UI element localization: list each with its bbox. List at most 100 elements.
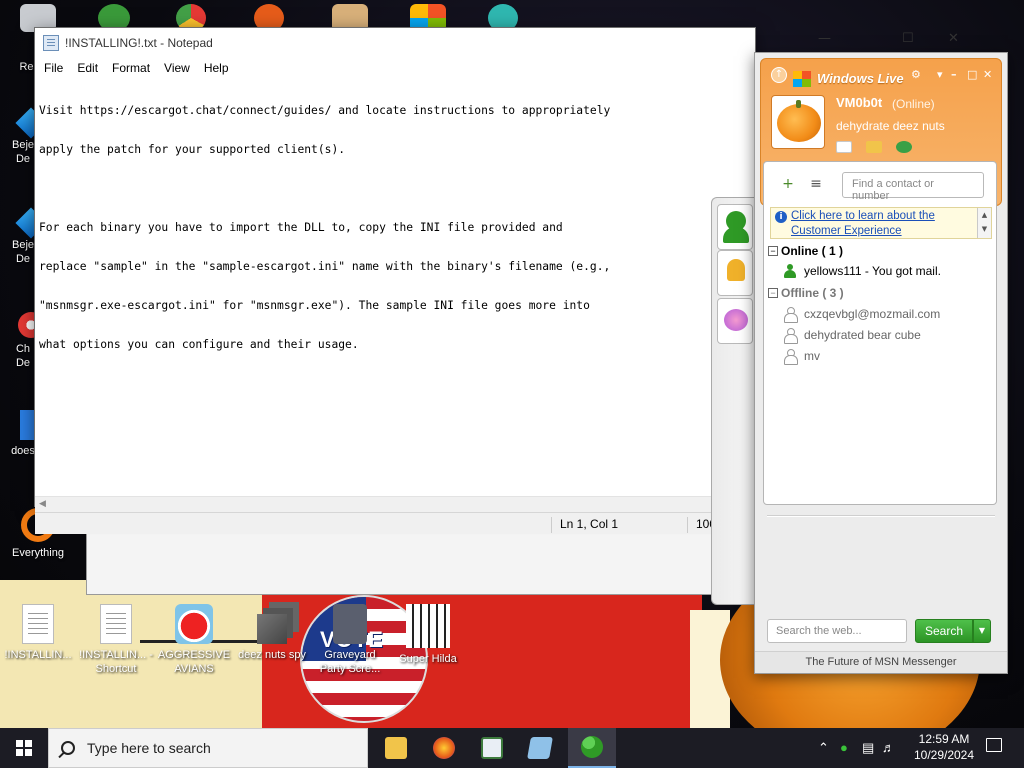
tab-contacts[interactable]	[717, 204, 753, 250]
tab-alerts[interactable]	[717, 250, 753, 296]
msn-outer-titlebar[interactable]: — ☐ ✕	[754, 27, 1008, 53]
contact-item[interactable]: mv	[784, 347, 820, 365]
close-icon[interactable]: ✕	[948, 31, 959, 46]
menu-help[interactable]: Help	[197, 61, 236, 75]
back-icon[interactable]: ↑	[771, 67, 787, 83]
desktop-icon-label: Super Hilda	[399, 653, 457, 665]
contact-name: yellows111 - You got mail.	[804, 264, 941, 278]
desktop-icon-aggressive-avians[interactable]: AGGRESSIVE AVIANS	[154, 604, 234, 676]
scroll-left-icon[interactable]: ◀	[39, 499, 46, 509]
horizontal-scrollbar[interactable]: ◀	[35, 496, 711, 512]
taskbar-app-window[interactable]	[468, 728, 516, 768]
maximize-icon[interactable]: □	[967, 68, 977, 81]
msn-side-tabs	[711, 197, 757, 605]
search-dropdown-icon[interactable]: ▼	[973, 619, 991, 643]
msn-buddy-icon	[581, 736, 603, 758]
taskbar-msn-messenger[interactable]	[568, 728, 616, 768]
spaces-icon[interactable]	[896, 141, 912, 153]
pumpkin-stem	[796, 100, 801, 108]
desktop-icon-super-hilda[interactable]: Super Hilda	[388, 604, 468, 666]
notepad-icon	[527, 737, 553, 759]
notification-icon[interactable]	[986, 738, 1002, 752]
notepad-statusbar: Ln 1, Col 1 100	[35, 512, 757, 534]
clock-date: 10/29/2024	[913, 748, 975, 762]
list-view-icon[interactable]: ≡	[802, 172, 830, 196]
taskbar-file-explorer[interactable]	[372, 728, 420, 768]
username[interactable]: VM0b0t	[836, 95, 882, 110]
avatar[interactable]	[771, 95, 825, 149]
taskbar-firefox[interactable]	[420, 728, 468, 768]
folder-icon[interactable]	[866, 141, 882, 153]
menu-file[interactable]: File	[37, 61, 70, 75]
notepad-text-area[interactable]: Visit https://escargot.chat/connect/guid…	[39, 78, 755, 496]
add-contact-icon[interactable]: +	[774, 172, 802, 196]
contact-item[interactable]: dehydrated bear cube	[784, 326, 921, 344]
offline-buddy-icon	[784, 349, 798, 365]
mail-icon[interactable]	[836, 141, 852, 153]
windows-logo-icon	[16, 740, 32, 756]
windows-logo-icon	[793, 71, 811, 87]
msn-footer: The Future of MSN Messenger	[755, 651, 1007, 673]
firefox-icon	[433, 737, 455, 759]
taskbar-search-box[interactable]: Type here to search	[48, 728, 368, 768]
online-buddy-icon	[784, 264, 796, 278]
text-line: For each binary you have to import the D…	[39, 221, 563, 234]
minimize-icon[interactable]: –	[951, 68, 957, 81]
menu-edit[interactable]: Edit	[70, 61, 105, 75]
minimize-icon[interactable]: —	[818, 31, 831, 46]
banner-scroll[interactable]: ▲ ▼	[977, 208, 991, 238]
search-icon	[61, 741, 75, 755]
notepad-window[interactable]: !INSTALLING!.txt - Notepad File Edit For…	[34, 27, 757, 534]
contact-name: cxzqevbgl@mozmail.com	[804, 307, 941, 321]
brand-text: Windows Live	[817, 71, 904, 86]
collapse-icon[interactable]: −	[768, 246, 778, 256]
customer-experience-banner[interactable]: i Click here to learn about the Customer…	[770, 207, 992, 239]
group-offline[interactable]: − Offline ( 3 )	[768, 286, 844, 300]
desktop-icon-label: deez nuts spy	[238, 649, 306, 661]
pixel-game-icon	[406, 604, 450, 648]
clock[interactable]: 12:59 AM 10/29/2024	[904, 731, 984, 763]
notepad-icon	[43, 35, 59, 51]
contact-list-panel: + ≡ Find a contact or number i Click her…	[763, 161, 997, 505]
desktop-icon-deez-nuts-spy[interactable]: deez nuts spy	[232, 604, 312, 662]
taskbar: Type here to search ⌃ ● ▤ ♬ 12:59 AM 10/…	[0, 728, 1024, 768]
options-icon[interactable]: ⚙	[911, 68, 921, 81]
desktop-icon-label: !INSTALLIN...	[4, 649, 72, 661]
collapse-icon[interactable]: −	[768, 288, 778, 298]
tab-fun[interactable]	[717, 298, 753, 344]
contact-item[interactable]: yellows111 - You got mail.	[784, 262, 941, 280]
desktop-icon-graveyard-party[interactable]: Graveyard Party Scre...	[310, 604, 390, 676]
group-online[interactable]: − Online ( 1 )	[768, 244, 843, 258]
web-search-input[interactable]: Search the web...	[767, 619, 907, 643]
volume-icon[interactable]: ♬	[882, 740, 895, 755]
menu-dropdown-icon[interactable]: ▾	[937, 68, 943, 81]
customer-experience-link[interactable]: Click here to learn about the Customer E…	[791, 209, 977, 239]
buddy-body-icon	[723, 227, 749, 243]
msn-tray-icon[interactable]: ●	[840, 740, 848, 755]
status-text[interactable]: (Online)	[892, 97, 935, 111]
offline-buddy-icon	[784, 307, 798, 323]
start-button[interactable]	[0, 728, 48, 768]
notepad-titlebar[interactable]: !INSTALLING!.txt - Notepad	[35, 28, 755, 58]
network-icon[interactable]: ▤	[862, 740, 874, 756]
chevron-up-icon[interactable]: ⌃	[818, 740, 829, 756]
personal-message[interactable]: dehydrate deez nuts	[836, 119, 945, 133]
msn-window[interactable]: ↑ Windows Live ⚙ ▾ – □ ✕ VM0b0t (Online)…	[754, 52, 1008, 674]
clock-time: 12:59 AM	[918, 732, 970, 746]
game-icon	[333, 604, 367, 644]
find-contact-input[interactable]: Find a contact or number	[842, 172, 984, 202]
fun-icon	[724, 309, 748, 331]
notepad-menubar: File Edit Format View Help	[35, 58, 755, 78]
group-label: Offline ( 3 )	[781, 286, 844, 300]
search-button[interactable]: Search	[915, 619, 973, 643]
close-icon[interactable]: ✕	[983, 68, 992, 81]
taskbar-notepad[interactable]	[516, 728, 564, 768]
menu-format[interactable]: Format	[105, 61, 157, 75]
desktop-icon-installing-txt[interactable]: !INSTALLIN...	[0, 604, 78, 662]
contact-item[interactable]: cxzqevbgl@mozmail.com	[784, 305, 940, 323]
menu-view[interactable]: View	[157, 61, 197, 75]
text-line: apply the patch for your supported clien…	[39, 143, 346, 156]
bell-icon	[727, 259, 745, 281]
desktop-icon-installing-shortcut[interactable]: !INSTALLIN... - Shortcut	[76, 604, 156, 676]
maximize-icon[interactable]: ☐	[902, 31, 914, 46]
